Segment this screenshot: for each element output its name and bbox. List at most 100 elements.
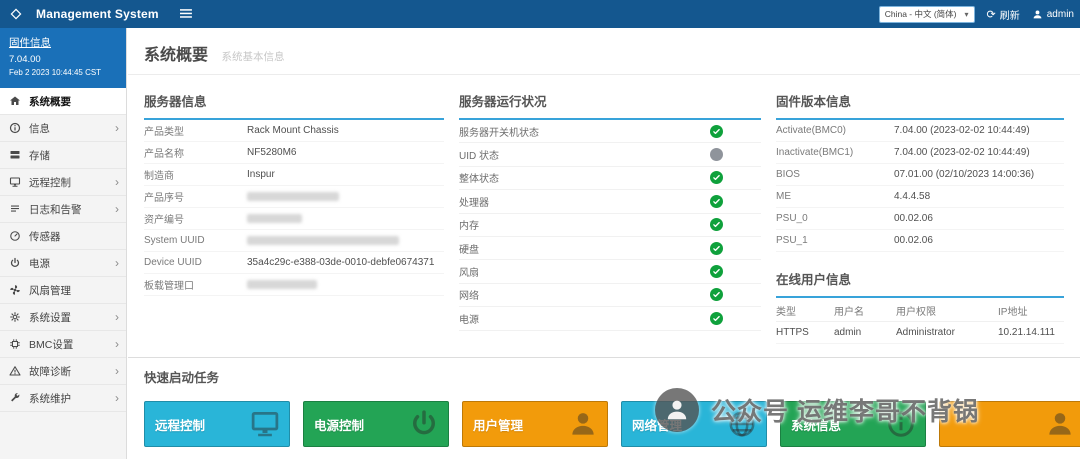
- chevron-right-icon: ›: [115, 121, 119, 135]
- sidebar-item-label: 电源: [29, 257, 50, 270]
- chevron-right-icon: ›: [115, 310, 119, 324]
- sidebar-item-label: 风扇管理: [29, 284, 71, 297]
- panels-row: 服务器信息 产品类型 Rack Mount Chassis 产品名称 NF5280M6…: [128, 75, 1080, 344]
- firmware-label: PSU_1: [776, 235, 808, 246]
- health-panel: 服务器运行状况 服务器开关机状态 UID 状态 整体状态 处理器 内存 硬盘 风扇 网络 电源: [459, 87, 761, 331]
- firmware-value: 07.01.00 (02/10/2023 14:00:36): [894, 169, 1035, 180]
- quick-task-remote-control[interactable]: 远程控制: [144, 401, 290, 447]
- health-label: 内存: [459, 221, 479, 233]
- firmware-value: 7.04.00 (2023-02-02 10:44:49): [894, 147, 1030, 158]
- firmware-value: 7.04.00 (2023-02-02 10:44:49): [894, 125, 1030, 136]
- chevron-right-icon: ›: [115, 391, 119, 405]
- firmware-value: 4.4.4.58: [894, 191, 931, 202]
- app-window: Management System China - 中文 (简体) ▾ ⟳ 刷新…: [0, 0, 1080, 459]
- sidebar-item-fan-management[interactable]: 风扇管理: [0, 277, 126, 304]
- info-label: 产品名称: [144, 149, 184, 160]
- info-icon: [9, 122, 22, 135]
- sidebar-item-label: 存储: [29, 149, 50, 162]
- health-label: 整体状态: [459, 174, 499, 186]
- users-cell: Administrator: [896, 327, 955, 338]
- sidebar-item-logs-alerts[interactable]: 日志和告警 ›: [0, 196, 126, 223]
- quick-task-task-6[interactable]: [939, 401, 1080, 447]
- quick-task-network-management[interactable]: 网络管理: [621, 401, 767, 447]
- sidebar-item-power[interactable]: 电源 ›: [0, 250, 126, 277]
- top-header: Management System China - 中文 (简体) ▾ ⟳ 刷新…: [0, 0, 1080, 28]
- right-column: 固件版本信息 Activate(BMC0) 7.04.00 (2023-02-02…: [776, 87, 1064, 344]
- health-label: 处理器: [459, 197, 489, 209]
- status-ok-icon: [710, 194, 723, 208]
- health-label: 服务器开关机状态: [459, 127, 539, 139]
- firmware-date: Feb 2 2023 10:44:45 CST: [9, 68, 102, 77]
- task-power-icon: [409, 409, 439, 439]
- quick-task-user-management[interactable]: 用户管理: [462, 401, 608, 447]
- firmware-label: PSU_0: [776, 213, 808, 224]
- person-icon: [1033, 10, 1042, 18]
- quick-task-system-info[interactable]: 系统信息: [780, 401, 926, 447]
- sidebar-item-label: BMC设置: [29, 338, 74, 351]
- info-label: System UUID: [144, 235, 205, 246]
- quick-task-power-control[interactable]: 电源控制: [303, 401, 449, 447]
- sidebar-item-bmc-settings[interactable]: BMC设置 ›: [0, 331, 126, 358]
- language-select-value: China - 中文 (简体): [884, 9, 957, 19]
- firmware-value: 00.02.06: [894, 235, 933, 246]
- sidebar-item-storage[interactable]: 存储: [0, 142, 126, 169]
- sidebar-item-label: 系统维护: [29, 392, 71, 405]
- settings-icon: [9, 311, 22, 324]
- quick-task-label: 远程控制: [155, 418, 206, 433]
- firmware-row: ME 4.4.4.58: [776, 186, 1064, 208]
- info-value: Inspur: [247, 169, 275, 180]
- firmware-row: BIOS 07.01.00 (02/10/2023 14:00:36): [776, 164, 1064, 186]
- users-table-header: 类型 用户名 用户权限 IP地址: [776, 300, 1064, 322]
- firmware-panel: 固件版本信息 Activate(BMC0) 7.04.00 (2023-02-02…: [776, 87, 1064, 252]
- globe-icon: [727, 409, 757, 439]
- bmc-icon: [9, 338, 22, 351]
- sidebar-item-system-maintenance[interactable]: 系统维护 ›: [0, 385, 126, 412]
- firmware-title: 固件版本信息: [776, 87, 1064, 120]
- firmware-row: Inactivate(BMC1) 7.04.00 (2023-02-02 10:4…: [776, 142, 1064, 164]
- quick-tasks-title: 快速启动任务: [144, 371, 220, 385]
- sidebar-item-overview[interactable]: 系统概要: [0, 88, 126, 115]
- chevron-right-icon: ›: [115, 202, 119, 216]
- users-column-header: 用户权限: [896, 307, 936, 318]
- sidebar-item-fault-diagnosis[interactable]: 故障诊断 ›: [0, 358, 126, 385]
- info-label: 板载管理口: [144, 281, 194, 292]
- status-ok-icon: [710, 241, 723, 255]
- firmware-info-title: 固件信息: [9, 37, 51, 49]
- firmware-row: Activate(BMC0) 7.04.00 (2023-02-02 10:44:…: [776, 120, 1064, 142]
- health-label: 风扇: [459, 268, 479, 280]
- sidebar-menu: 系统概要 信息 › 存储 远程控制 › 日志和告警 › 传感器 电源 › 风扇管理 系统设置 › BMC设置…: [0, 88, 126, 412]
- user-icon: [568, 409, 598, 439]
- health-row: UID 状态: [459, 143, 761, 167]
- redacted-value: [247, 280, 317, 289]
- server-info-row: 产品类型 Rack Mount Chassis: [144, 120, 444, 142]
- page-subtitle: 系统基本信息: [221, 51, 285, 63]
- power-icon: [9, 257, 22, 270]
- sidebar-item-label: 故障诊断: [29, 365, 71, 378]
- info-label: Device UUID: [144, 257, 202, 268]
- language-select[interactable]: China - 中文 (简体) ▾: [878, 5, 975, 23]
- firmware-row: PSU_0 00.02.06: [776, 208, 1064, 230]
- redacted-value: [247, 214, 302, 223]
- server-info-panel: 服务器信息 产品类型 Rack Mount Chassis 产品名称 NF5280M6…: [144, 87, 444, 296]
- menu-toggle-icon[interactable]: [179, 7, 195, 21]
- firmware-label: Activate(BMC0): [776, 125, 847, 136]
- sidebar-item-label: 传感器: [29, 230, 61, 243]
- firmware-label: BIOS: [776, 169, 800, 180]
- health-row: 电源: [459, 307, 761, 331]
- quick-task-label: 网络管理: [632, 418, 683, 433]
- user-menu[interactable]: admin: [1032, 9, 1074, 20]
- health-row: 处理器: [459, 190, 761, 214]
- server-info-row: 板载管理口: [144, 274, 444, 296]
- remote-icon: [9, 176, 22, 189]
- sidebar-item-system-settings[interactable]: 系统设置 ›: [0, 304, 126, 331]
- sidebar-item-info[interactable]: 信息 ›: [0, 115, 126, 142]
- sidebar-item-sensors[interactable]: 传感器: [0, 223, 126, 250]
- refresh-button[interactable]: ⟳ 刷新: [987, 7, 1020, 22]
- firmware-list: Activate(BMC0) 7.04.00 (2023-02-02 10:44:…: [776, 120, 1064, 252]
- firmware-label: ME: [776, 191, 791, 202]
- refresh-icon: ⟳: [986, 8, 996, 21]
- sidebar-item-remote-control[interactable]: 远程控制 ›: [0, 169, 126, 196]
- server-info-row: 制造商 Inspur: [144, 164, 444, 186]
- status-ok-icon: [710, 288, 723, 302]
- quick-tasks-section: 快速启动任务 远程控制 电源控制 用户管理 网络管理 系统信息: [128, 357, 1080, 447]
